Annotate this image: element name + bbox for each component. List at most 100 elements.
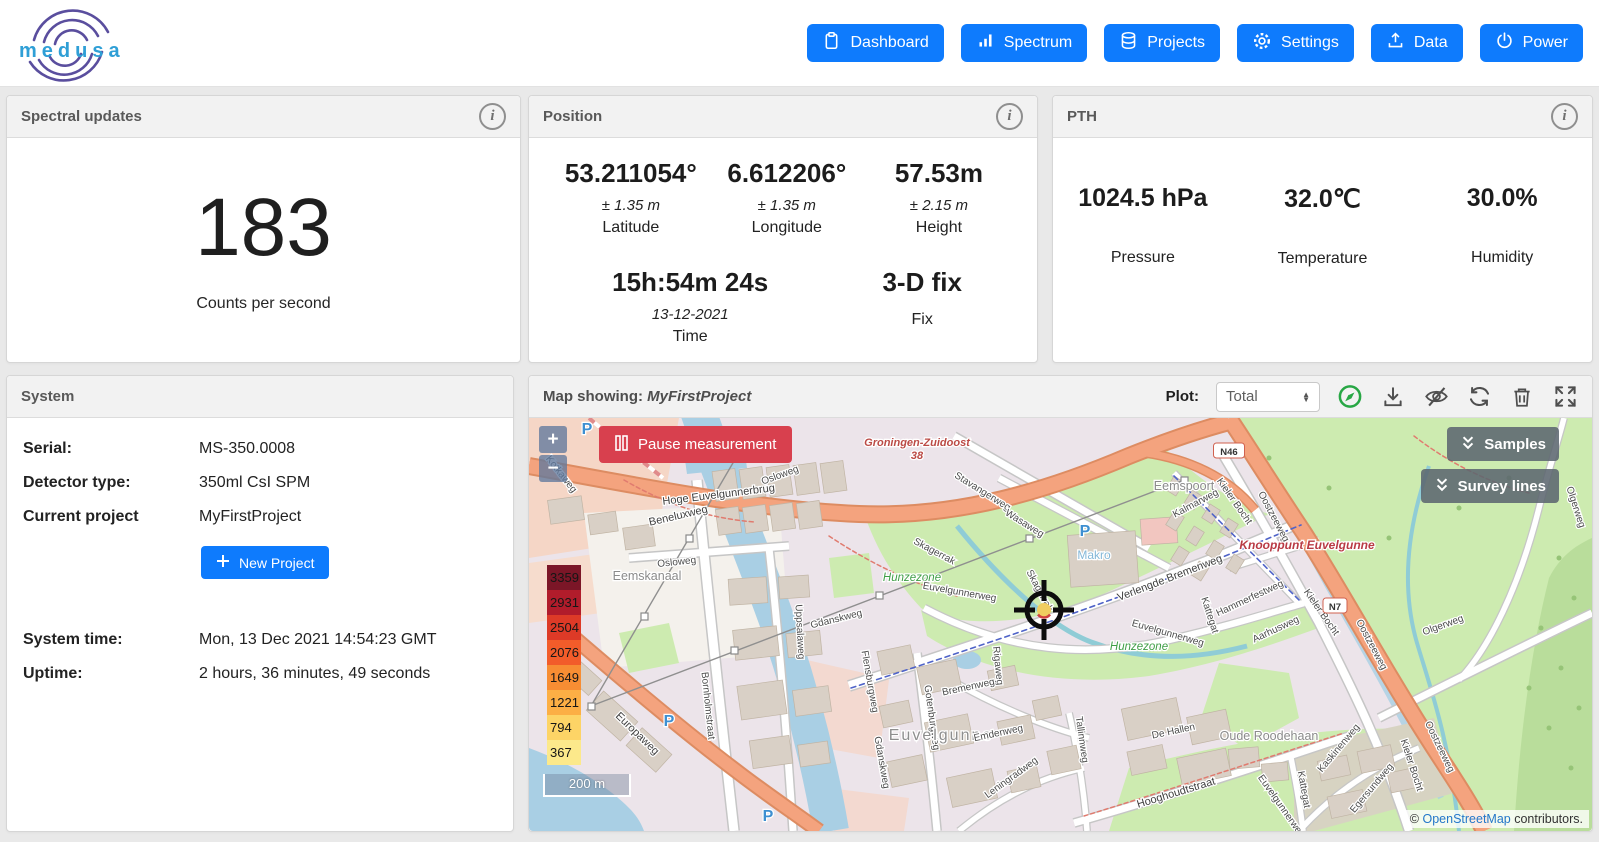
map-label: Eemskanaal [613,569,682,583]
samples-button[interactable]: Samples [1447,427,1559,461]
time-value: 15h:54m 24s [551,267,829,298]
compass-icon[interactable] [1337,384,1363,410]
nav-label: Data [1414,34,1448,52]
counts-caption: Counts per second [196,295,330,313]
height-error: ± 2.15 m [863,197,1015,214]
refresh-icon[interactable] [1466,384,1492,410]
parking-marker: P [582,421,593,438]
eye-off-icon[interactable] [1423,384,1449,410]
medusa-logo: medusa [12,4,124,87]
map[interactable]: KotkawegHoge EuvelgunnerbrugBeneluxwegOs… [529,418,1592,831]
latitude-metric: 53.211054° ± 1.35 m Latitude [551,158,711,237]
plot-selected-value: Total [1226,388,1258,405]
current-project-value: MyFirstProject [199,508,301,526]
logo-text: medusa [19,40,124,62]
zoom-out-button[interactable]: − [539,455,567,482]
fix-value: 3-D fix [829,267,1015,298]
detector-type-value: 350ml CsI SPM [199,474,310,492]
map-label: Hunzezone [1110,641,1168,653]
download-icon[interactable] [1380,384,1406,410]
longitude-error: ± 1.35 m [711,197,863,214]
nav-power-button[interactable]: Power [1480,24,1583,62]
counts-value: 183 [195,187,332,269]
pause-icon [615,435,628,455]
nav-label: Spectrum [1004,34,1072,52]
new-project-label: New Project [239,555,314,571]
nav-settings-button[interactable]: Settings [1237,24,1354,62]
pressure-value: 1024.5 hPa [1053,184,1233,213]
expand-icon[interactable] [1552,384,1578,410]
bar-chart-icon [976,31,995,55]
temperature-metric: 32.0℃ Temperature [1233,184,1413,268]
map-zoom-control: + − [539,426,567,482]
position-card: Position i 53.211054° ± 1.35 m Latitude … [528,95,1038,363]
longitude-metric: 6.612206° ± 1.35 m Longitude [711,158,863,237]
map-label: Knooppunt Euvelgunne [1239,538,1375,552]
latitude-value: 53.211054° [551,158,711,189]
card-title: Spectral updates [21,108,142,125]
clipboard-icon [822,31,841,55]
parking-marker: P [763,808,774,825]
plot-select[interactable]: Total ▲▼ [1216,382,1320,412]
pressure-label: Pressure [1053,249,1233,267]
nav-spectrum-button[interactable]: Spectrum [961,24,1087,62]
map-label: Oude Roodehaan [1220,729,1319,743]
uptime-row: Uptime: 2 hours, 36 minutes, 49 seconds [23,665,497,683]
info-icon[interactable]: i [479,103,506,130]
map-label: Makro [1077,548,1111,562]
openstreetmap-link[interactable]: OpenStreetMap [1422,812,1510,826]
info-icon[interactable]: i [996,103,1023,130]
new-project-button[interactable]: New Project [201,546,329,579]
card-title: Position [543,108,602,125]
map-title-project: MyFirstProject [647,388,751,405]
humidity-value: 30.0% [1412,184,1592,213]
double-chevron-down-icon [1434,477,1450,496]
main-nav: Dashboard Spectrum Projects Settings Dat… [807,24,1583,62]
map-label: Groningen-Zuidoost [864,437,971,449]
current-project-row: Current project MyFirstProject [23,508,497,526]
nav-data-button[interactable]: Data [1371,24,1463,62]
info-icon[interactable]: i [1551,103,1578,130]
count-rate-legend: 335929312504207616491221794367 [547,565,581,765]
select-arrows-icon: ▲▼ [1302,392,1310,402]
plus-icon [216,554,230,571]
survey-lines-button[interactable]: Survey lines [1421,469,1559,503]
database-icon [1119,31,1138,55]
latitude-error: ± 1.35 m [551,197,711,214]
legend-item: 2504 [547,615,581,640]
survey-lines-label: Survey lines [1458,478,1546,495]
humidity-label: Humidity [1412,249,1592,267]
zoom-in-button[interactable]: + [539,426,567,453]
trash-icon[interactable] [1509,384,1535,410]
temperature-label: Temperature [1233,250,1413,268]
map-scale-bar: 200 m [543,774,631,797]
attribution-prefix: © [1410,812,1423,826]
pause-measurement-button[interactable]: Pause measurement [599,426,792,463]
map-title: Map showing: MyFirstProject [543,388,751,405]
height-value: 57.53m [863,158,1015,189]
temperature-value: 32.0℃ [1233,184,1413,214]
longitude-label: Longitude [711,219,863,237]
map-label: 38 [911,450,924,462]
legend-item: 2076 [547,640,581,665]
time-date: 13-12-2021 [551,306,829,323]
nav-dashboard-button[interactable]: Dashboard [807,24,943,62]
serial-row: Serial: MS-350.0008 [23,440,497,458]
longitude-value: 6.612206° [711,158,863,189]
map-title-prefix: Map showing: [543,388,647,405]
nav-label: Dashboard [850,34,928,52]
svg-text:N7: N7 [1329,602,1341,613]
attribution-suffix: contributors. [1511,812,1583,826]
map-card: Map showing: MyFirstProject Plot: Total … [528,375,1593,832]
time-label: Time [551,328,829,346]
height-metric: 57.53m ± 2.15 m Height [863,158,1015,237]
nav-projects-button[interactable]: Projects [1104,24,1220,62]
system-time-row: System time: Mon, 13 Dec 2021 14:54:23 G… [23,631,497,649]
gear-icon [1252,31,1272,56]
power-icon [1495,31,1514,55]
uptime-label: Uptime: [23,665,199,683]
map-label: Eemspoort [1154,479,1215,493]
card-title: PTH [1067,108,1097,125]
pth-card: PTH i 1024.5 hPa Pressure 32.0℃ Temperat… [1052,95,1593,363]
serial-value: MS-350.0008 [199,440,295,458]
